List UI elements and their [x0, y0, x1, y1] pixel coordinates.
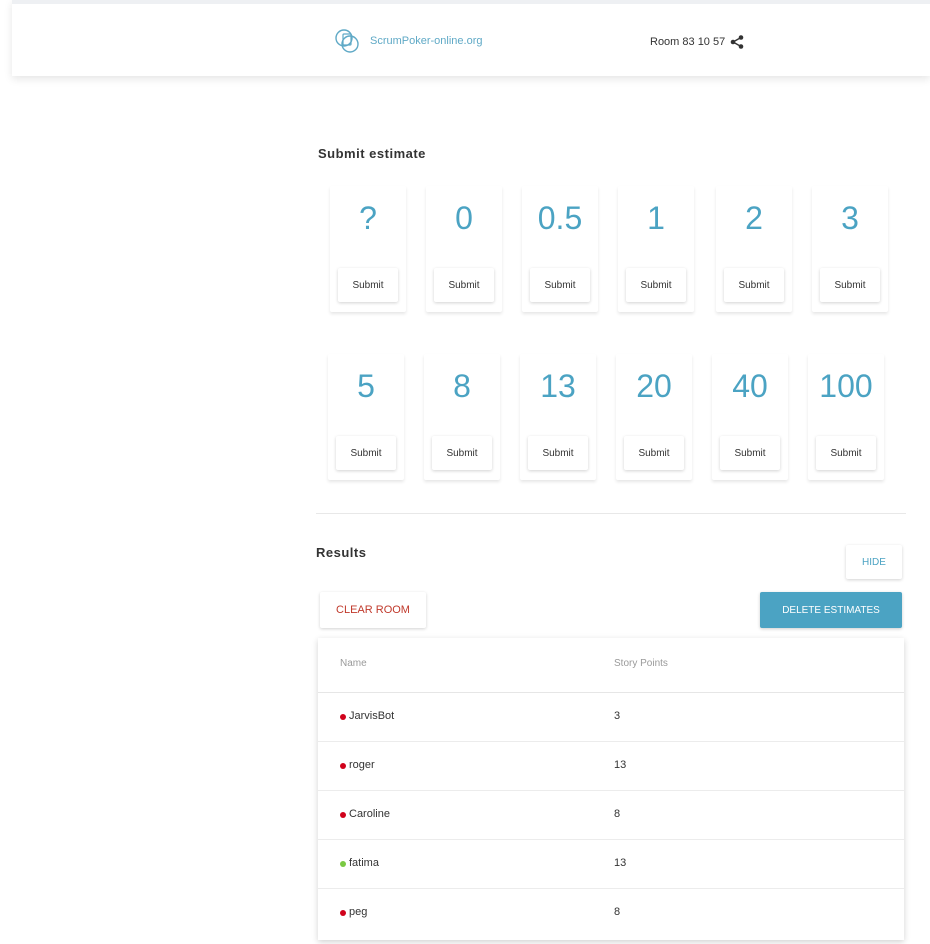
card-value: 0.5 [537, 200, 583, 236]
table-row: JarvisBot 3 [318, 693, 904, 742]
room-info: Room 83 10 57 [650, 34, 745, 50]
estimate-card: 0 Submit [426, 186, 502, 312]
card-value: 3 [841, 200, 859, 236]
participant-points: 13 [614, 857, 627, 869]
card-value: 1 [647, 200, 665, 236]
status-dot-icon [340, 910, 346, 916]
submit-button[interactable]: Submit [624, 436, 684, 470]
participant-points: 8 [614, 906, 621, 918]
column-header-name: Name [340, 658, 367, 669]
participant-name: peg [349, 906, 368, 918]
estimate-card: 8 Submit [424, 354, 500, 480]
submit-estimate-heading: Submit estimate [318, 146, 426, 161]
table-header: Name Story Points [318, 638, 904, 693]
participant-points: 8 [614, 808, 621, 820]
card-value: 0 [455, 200, 473, 236]
table-row: Caroline 8 [318, 791, 904, 840]
results-heading: Results [316, 545, 367, 560]
participant-name: roger [349, 759, 375, 771]
estimate-card: 5 Submit [328, 354, 404, 480]
delete-estimates-button[interactable]: DELETE ESTIMATES [760, 592, 902, 628]
card-value: 40 [732, 368, 768, 404]
card-value: ? [359, 200, 377, 236]
card-value: 20 [636, 368, 672, 404]
submit-button[interactable]: Submit [720, 436, 780, 470]
estimate-card: 3 Submit [812, 186, 888, 312]
estimate-card: 0.5 Submit [522, 186, 598, 312]
submit-button[interactable]: Submit [432, 436, 492, 470]
column-header-story-points: Story Points [614, 658, 668, 669]
table-row: peg 8 [318, 889, 904, 937]
hide-button[interactable]: HIDE [846, 545, 902, 579]
submit-button[interactable]: Submit [530, 268, 590, 302]
table-row: roger 13 [318, 742, 904, 791]
participant-name: JarvisBot [349, 710, 395, 722]
estimate-card: 1 Submit [618, 186, 694, 312]
results-table: Name Story Points JarvisBot 3 roger 13 C… [318, 638, 904, 940]
card-value: 5 [357, 368, 375, 404]
submit-button[interactable]: Submit [338, 268, 398, 302]
brand-link[interactable]: ScrumPoker-online.org [332, 26, 483, 56]
clear-room-button[interactable]: CLEAR ROOM [320, 592, 426, 628]
submit-button[interactable]: Submit [434, 268, 494, 302]
estimate-card: 100 Submit [808, 354, 884, 480]
section-divider [316, 513, 906, 514]
submit-button[interactable]: Submit [820, 268, 880, 302]
participant-name: fatima [349, 857, 379, 869]
brand-logo-icon [335, 29, 359, 53]
card-value: 100 [819, 368, 873, 404]
top-bar: ScrumPoker-online.org Room 83 10 57 [12, 0, 930, 76]
card-value: 13 [540, 368, 576, 404]
card-value: 8 [453, 368, 471, 404]
status-dot-icon [340, 861, 346, 867]
status-dot-icon [340, 763, 346, 769]
participant-points: 13 [614, 759, 627, 771]
share-icon[interactable] [729, 34, 745, 50]
submit-button[interactable]: Submit [626, 268, 686, 302]
room-label: Room 83 10 57 [650, 36, 726, 48]
status-dot-icon [340, 812, 346, 818]
estimate-card: 20 Submit [616, 354, 692, 480]
table-row: fatima 13 [318, 840, 904, 889]
estimate-card: ? Submit [330, 186, 406, 312]
card-value: 2 [745, 200, 763, 236]
brand-name: ScrumPoker-online.org [370, 35, 483, 47]
submit-button[interactable]: Submit [724, 268, 784, 302]
participant-name: Caroline [349, 808, 390, 820]
estimate-card: 40 Submit [712, 354, 788, 480]
submit-button[interactable]: Submit [528, 436, 588, 470]
estimate-card: 13 Submit [520, 354, 596, 480]
submit-button[interactable]: Submit [816, 436, 876, 470]
submit-button[interactable]: Submit [336, 436, 396, 470]
participant-points: 3 [614, 710, 621, 722]
estimate-card: 2 Submit [716, 186, 792, 312]
status-dot-icon [340, 714, 346, 720]
